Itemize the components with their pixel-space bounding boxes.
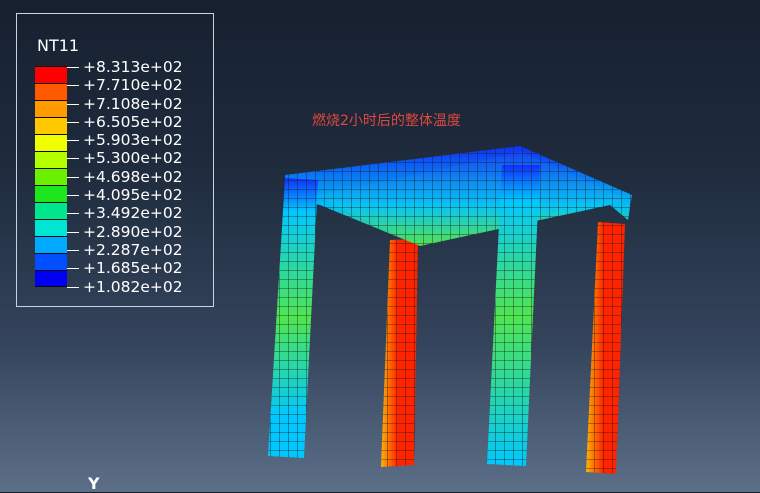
floor-slab [285, 146, 632, 246]
frame-model-view[interactable] [0, 0, 760, 492]
axis-triad-y-label: Y [88, 474, 100, 493]
back-right-column [586, 222, 625, 474]
back-left-column [381, 239, 418, 467]
front-left-column [268, 178, 318, 458]
abaqus-viewport[interactable]: NT11 +8.313e+02 +7.710e+02 +7.108e+02 +6.50… [0, 0, 760, 493]
